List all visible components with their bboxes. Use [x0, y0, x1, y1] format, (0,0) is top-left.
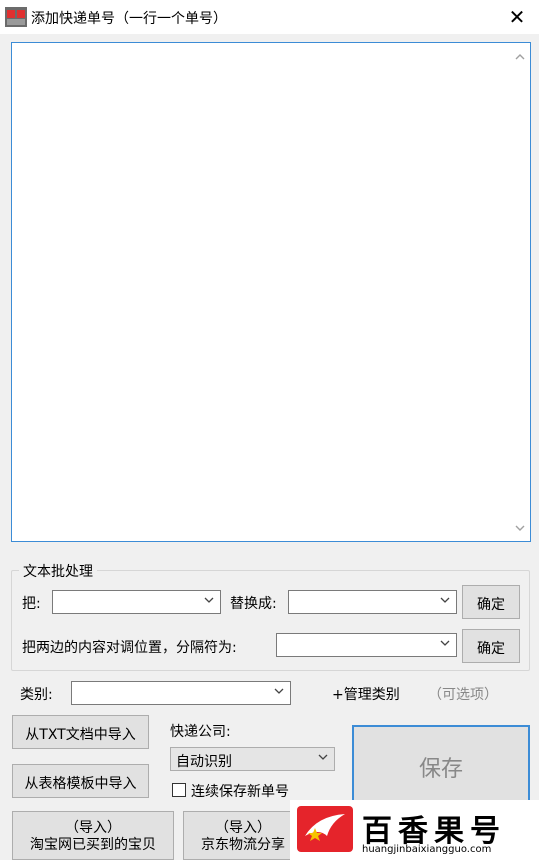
save-label: 保存	[418, 757, 463, 782]
chevron-down-icon	[440, 597, 450, 603]
confirm-replace-label: 确定	[477, 597, 505, 613]
manage-category-link[interactable]: +管理类别	[332, 684, 400, 704]
tracking-number-textarea[interactable]	[11, 42, 531, 542]
chevron-down-icon	[440, 640, 450, 646]
courier-value: 自动识别	[176, 754, 232, 770]
category-label: 类别:	[20, 687, 53, 703]
optional-hint: （可选项）	[428, 687, 498, 703]
continuous-save-label: 连续保存新单号	[191, 784, 289, 800]
import-jd-line2: 京东物流分享	[201, 837, 285, 853]
window-title: 添加快递单号（一行一个单号）	[31, 11, 227, 27]
courier-label: 快递公司:	[170, 724, 231, 740]
confirm-replace-button[interactable]: 确定	[462, 585, 520, 619]
app-icon	[5, 7, 27, 27]
watermark-logo-icon	[297, 806, 353, 852]
courier-combo[interactable]: 自动识别	[170, 747, 335, 771]
replace-to-combo[interactable]	[288, 590, 457, 614]
close-icon[interactable]: ✕	[504, 4, 530, 30]
batch-group-title: 文本批处理	[19, 561, 97, 581]
replace-from-combo[interactable]	[52, 590, 221, 614]
separator-combo[interactable]	[276, 633, 457, 657]
title-bar: 添加快递单号（一行一个单号） ✕	[0, 0, 539, 34]
swap-label: 把两边的内容对调位置，分隔符为:	[22, 640, 237, 656]
watermark-url: huangjinbaixiangguo.com	[362, 844, 492, 855]
replace-from-label: 把:	[22, 596, 41, 612]
import-sheet-button[interactable]: 从表格模板中导入	[12, 764, 149, 798]
import-jd-button[interactable]: （导入） 京东物流分享	[183, 811, 303, 860]
import-taobao-line2: 淘宝网已买到的宝贝	[30, 837, 156, 853]
watermark: 百香果号 huangjinbaixiangguo.com	[290, 800, 539, 860]
import-txt-button[interactable]: 从TXT文档中导入	[12, 715, 149, 749]
confirm-swap-label: 确定	[477, 641, 505, 657]
continuous-save-checkbox[interactable]	[172, 783, 186, 797]
chevron-down-icon	[274, 688, 284, 694]
chevron-down-icon	[318, 754, 328, 760]
scroll-down-icon[interactable]	[513, 521, 527, 535]
import-taobao-button[interactable]: （导入） 淘宝网已买到的宝贝	[12, 811, 174, 860]
chevron-down-icon	[204, 597, 214, 603]
scroll-up-icon[interactable]	[513, 50, 527, 64]
category-combo[interactable]	[71, 681, 291, 705]
import-sheet-label: 从表格模板中导入	[24, 776, 137, 792]
confirm-swap-button[interactable]: 确定	[462, 629, 520, 663]
save-button[interactable]: 保存	[352, 725, 530, 807]
import-txt-label: 从TXT文档中导入	[25, 727, 136, 743]
replace-to-label: 替换成:	[230, 596, 277, 612]
